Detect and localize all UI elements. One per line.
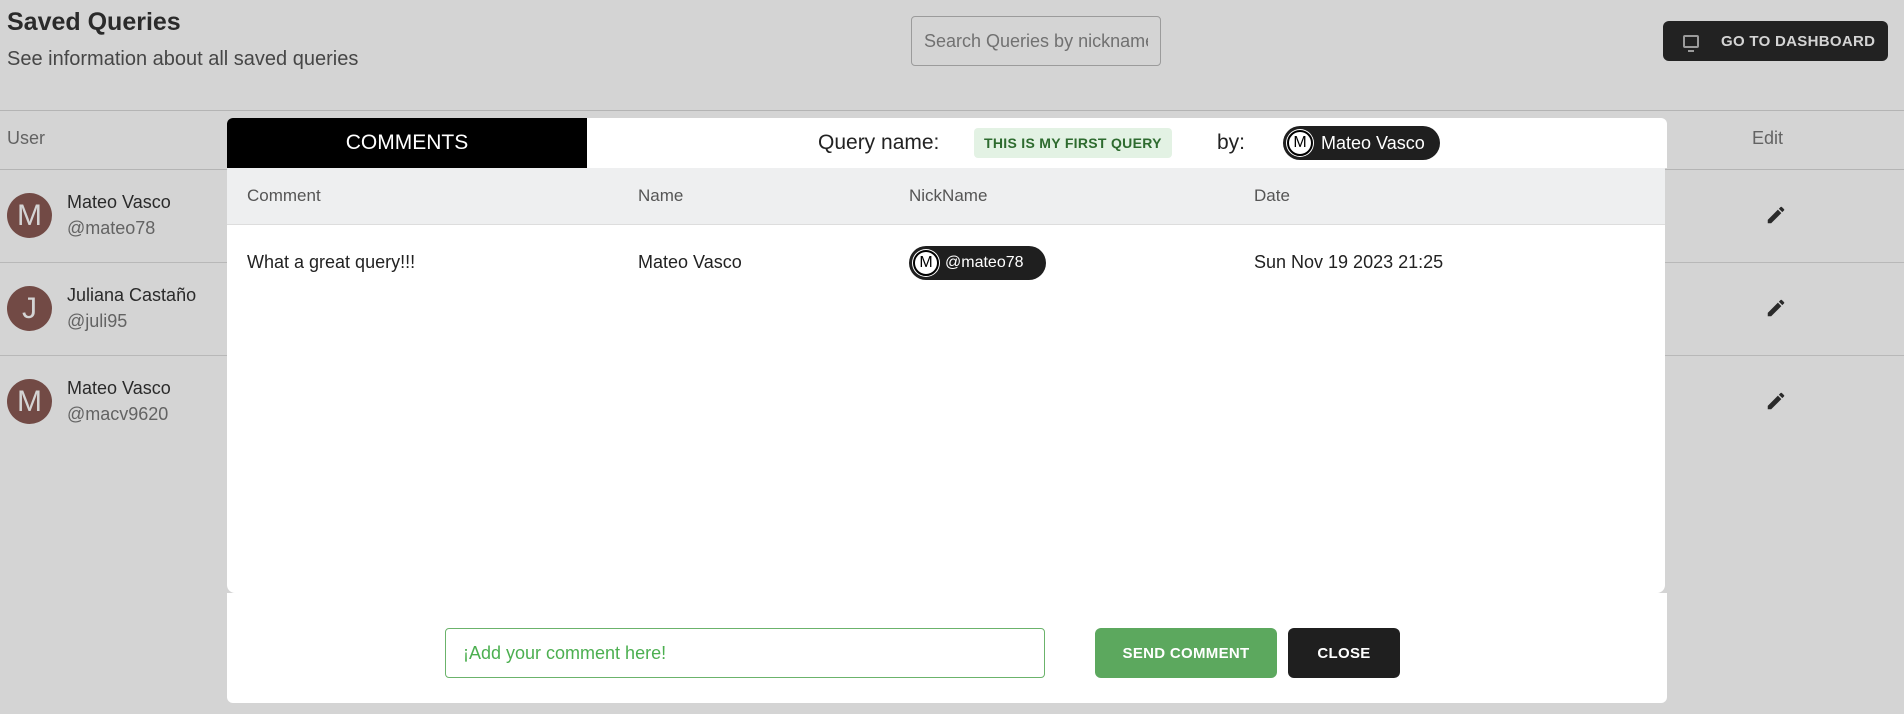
avatar: M: [1287, 130, 1313, 156]
comment-input[interactable]: [445, 628, 1045, 678]
comments-modal-footer: SEND COMMENT CLOSE: [227, 593, 1667, 703]
avatar: M: [913, 250, 939, 276]
comment-text: What a great query!!!: [247, 252, 416, 272]
nickname-label: @mateo78: [945, 254, 1024, 271]
column-header-nickname: NickName: [909, 186, 988, 205]
column-header-comment: Comment: [247, 186, 321, 205]
column-header-date: Date: [1254, 186, 1290, 205]
close-button[interactable]: CLOSE: [1288, 628, 1400, 678]
comments-modal-header: COMMENTS Query name: THIS IS MY FIRST QU…: [227, 118, 1667, 168]
tab-comments[interactable]: COMMENTS: [227, 118, 587, 168]
author-chip: M Mateo Vasco: [1283, 126, 1440, 160]
table-header: Comment Name NickName Date: [227, 168, 1665, 225]
author-name: Mateo Vasco: [1321, 132, 1425, 153]
nickname-chip: M @mateo78: [909, 246, 1046, 280]
send-comment-button[interactable]: SEND COMMENT: [1095, 628, 1277, 678]
comments-table: Comment Name NickName Date What a great …: [227, 168, 1665, 593]
comment-date: Sun Nov 19 2023 21:25: [1254, 252, 1444, 272]
query-name-chip: THIS IS MY FIRST QUERY: [974, 128, 1172, 158]
column-header-name: Name: [638, 186, 684, 205]
by-label: by:: [1217, 131, 1246, 154]
comment-author-name: Mateo Vasco: [638, 252, 742, 272]
query-name-label: Query name:: [818, 131, 940, 154]
